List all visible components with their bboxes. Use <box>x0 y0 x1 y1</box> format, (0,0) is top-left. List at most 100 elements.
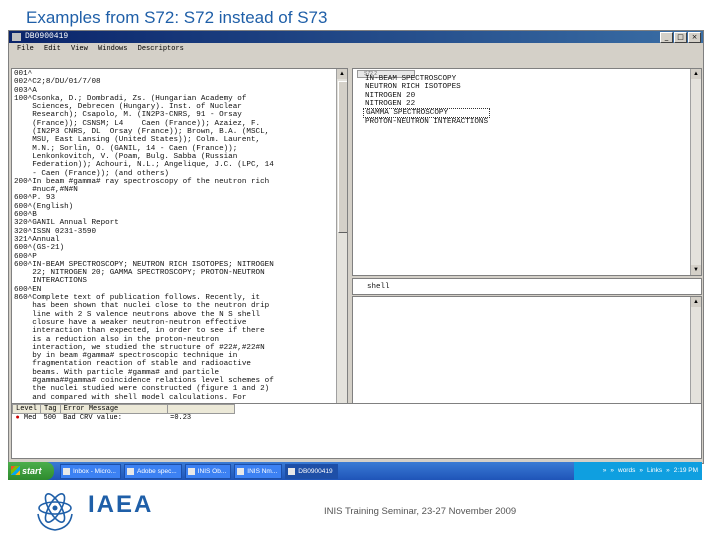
record-line[interactable]: 600^EN <box>14 286 335 294</box>
task-label: Adobe spec... <box>136 468 177 475</box>
window-titlebar[interactable]: DB0900419 _ □ × <box>9 31 703 43</box>
record-editor[interactable]: 001^ 002^C2;8/DU/01/7/08 003^A 100^Csonka, … <box>11 68 348 432</box>
record-line[interactable]: 002^C2;8/DU/01/7/08 <box>14 78 335 86</box>
app-icon <box>187 468 195 475</box>
scroll-up-icon[interactable]: ▲ <box>337 69 347 79</box>
close-button[interactable]: × <box>688 32 701 43</box>
clock[interactable]: 2:19 PM <box>674 462 698 480</box>
message-text: Bad CRV value: <box>63 414 122 422</box>
record-line[interactable]: 600^P <box>14 253 335 261</box>
record-line[interactable]: Federation)); Achouri, N.L.; Angelique, … <box>14 161 335 169</box>
record-scrollbar[interactable]: ▲ ▼ <box>336 69 347 431</box>
record-line[interactable]: closure have a weaker neutron-neutron ef… <box>14 319 335 327</box>
record-line[interactable]: Research); Csapolo, M. (IN2P3-CNRS, 91 -… <box>14 111 335 119</box>
record-line[interactable]: #gamma##gamma# coincidence relations lev… <box>14 377 335 385</box>
minimize-button[interactable]: _ <box>660 32 673 43</box>
taskbar-item-inis-nm[interactable]: INIS Nm... <box>234 464 283 479</box>
taskbar-item-db0900419[interactable]: DB0900419 <box>285 464 338 479</box>
record-line[interactable]: 100^Csonka, D.; Dombradi, Zs. (Hungarian… <box>14 95 335 103</box>
windows-logo-icon <box>11 466 20 475</box>
list-item[interactable]: IN-BEAM SPECTROSCOPY <box>363 75 490 83</box>
record-text[interactable]: 001^ 002^C2;8/DU/01/7/08 003^A 100^Csonka, … <box>14 70 335 402</box>
record-line[interactable]: and compared with shell model calculatio… <box>14 394 335 402</box>
taskbar-item-inbox[interactable]: Inbox - Micro... <box>60 464 121 479</box>
taskbar-item-inis-ob[interactable]: INIS Ob... <box>184 464 232 479</box>
menu-edit[interactable]: Edit <box>44 45 61 53</box>
menu-view[interactable]: View <box>71 45 88 53</box>
menu-bar: File Edit View Windows Descriptors <box>9 44 703 54</box>
message-pane: Level Tag Error Message ● Med 500 Bad CR… <box>11 403 702 459</box>
footer-caption: INIS Training Seminar, 23-27 November 20… <box>324 506 517 517</box>
search-field-container: shell <box>352 278 702 295</box>
record-line[interactable]: is a reduction also in the proton-neutro… <box>14 336 335 344</box>
record-line[interactable]: interaction than expected, in order to s… <box>14 327 335 335</box>
menu-descriptors[interactable]: Descriptors <box>138 45 184 53</box>
task-label: INIS Nm... <box>247 468 278 475</box>
record-line[interactable]: by in beam #gamma# spectroscopic techniq… <box>14 352 335 360</box>
record-line[interactable]: interaction, we studied the structure of… <box>14 344 335 352</box>
level-value: Med <box>23 414 37 422</box>
list-item[interactable]: GAMMA SPECTROSCOPY <box>363 108 491 119</box>
column-header-error[interactable]: Error Message <box>59 404 168 414</box>
tray-expand[interactable]: » <box>639 462 643 480</box>
record-line[interactable]: 600^(GS-21) <box>14 244 335 252</box>
descriptor-pane: S72 2 IN-BEAM SPECTROSCOPY NEUTRON RICH I… <box>352 68 702 276</box>
maximize-button[interactable]: □ <box>674 32 687 43</box>
record-line[interactable]: Sciences, Debrecen (Hungary). Inst. of N… <box>14 103 335 111</box>
tray-expand[interactable]: » <box>603 462 607 480</box>
window-title: DB0900419 <box>25 32 69 41</box>
record-line[interactable]: 320^ISSN 0231-3590 <box>14 228 335 236</box>
toolbar-words[interactable]: words <box>618 462 635 480</box>
record-line[interactable]: has been shown that nuclei close to the … <box>14 302 335 310</box>
record-line[interactable]: fragmentation reaction of stable and rad… <box>14 360 335 368</box>
column-header-tag[interactable]: Tag <box>40 404 61 414</box>
record-line[interactable]: 321^Annual <box>14 236 335 244</box>
record-line[interactable]: line with 2 S valence neutrons above the… <box>14 311 335 319</box>
slide-title: Examples from S72: S72 instead of S73 <box>26 8 328 27</box>
warning-icon: ● <box>15 414 20 422</box>
table-row[interactable]: ● Med 500 Bad CRV value: =0.23 <box>13 414 235 422</box>
record-line[interactable]: 003^A <box>14 87 335 95</box>
record-line[interactable]: the nuclei studied were constructed (fig… <box>14 385 335 393</box>
menu-windows[interactable]: Windows <box>98 45 127 53</box>
menu-file[interactable]: File <box>17 45 34 53</box>
record-line[interactable]: 600^P. 93 <box>14 194 335 202</box>
record-line[interactable]: 860^Complete text of publication follows… <box>14 294 335 302</box>
record-line[interactable]: #nuc#,#N#N <box>14 186 335 194</box>
search-input[interactable]: shell <box>367 283 390 291</box>
list-item[interactable]: PROTON-NEUTRON INTERACTIONS <box>363 118 490 126</box>
tray-expand[interactable]: » <box>610 462 614 480</box>
toolbar-links[interactable]: Links <box>647 462 662 480</box>
list-item[interactable]: NEUTRON RICH ISOTOPES <box>363 83 490 91</box>
scroll-thumb[interactable] <box>338 81 347 233</box>
record-line[interactable]: 600^(English) <box>14 203 335 211</box>
descriptor-list[interactable]: IN-BEAM SPECTROSCOPY NEUTRON RICH ISOTOPE… <box>363 75 491 127</box>
record-line[interactable]: 600^IN-BEAM SPECTROSCOPY; NEUTRON RICH I… <box>14 261 335 269</box>
record-line[interactable]: (IN2P3 CNRS, DL Orsay (France)); Brown, … <box>14 128 335 136</box>
record-line[interactable]: (France)); CSNSM; L4 Caen (France)); Aza… <box>14 120 335 128</box>
scroll-down-icon[interactable]: ▼ <box>691 265 701 275</box>
start-button[interactable]: start <box>8 462 54 480</box>
record-line[interactable]: - Caen (France)); (and others) <box>14 170 335 178</box>
app-icon <box>12 33 21 41</box>
record-line[interactable]: MSU, East Lansing (United States)); Colm… <box>14 136 335 144</box>
list-item[interactable]: NITROGEN 20 <box>363 92 490 100</box>
record-line[interactable]: Lenkonkovitch, V. (Poam, Bulg. Sabba (Ru… <box>14 153 335 161</box>
scroll-up-icon[interactable]: ▲ <box>691 297 701 307</box>
record-line[interactable]: M.N.; Sorlin, O. (GANIL, 14 - Caen (Fran… <box>14 145 335 153</box>
descriptor-scrollbar[interactable]: ▲ ▼ <box>690 69 701 275</box>
record-line[interactable]: INTERACTIONS <box>14 277 335 285</box>
taskbar-item-adobe[interactable]: Adobe spec... <box>123 464 182 479</box>
taskbar: start Inbox - Micro... Adobe spec... INI… <box>8 462 702 480</box>
tray-expand[interactable]: » <box>666 462 670 480</box>
list-item[interactable]: NITROGEN 22 <box>363 100 490 108</box>
column-header-level[interactable]: Level <box>11 404 42 414</box>
scroll-up-icon[interactable]: ▲ <box>691 69 701 79</box>
record-line[interactable]: 200^In beam #gamma# ray spectroscopy of … <box>14 178 335 186</box>
app-icon <box>126 468 134 475</box>
record-line[interactable]: beams. With particle #gamma# and particl… <box>14 369 335 377</box>
record-line[interactable]: 22; NITROGEN 20; GAMMA SPECTROSCOPY; PRO… <box>14 269 335 277</box>
app-icon <box>288 468 296 475</box>
record-line[interactable]: 320^GANIL Annual Report <box>14 219 335 227</box>
iaea-logo <box>37 493 73 531</box>
